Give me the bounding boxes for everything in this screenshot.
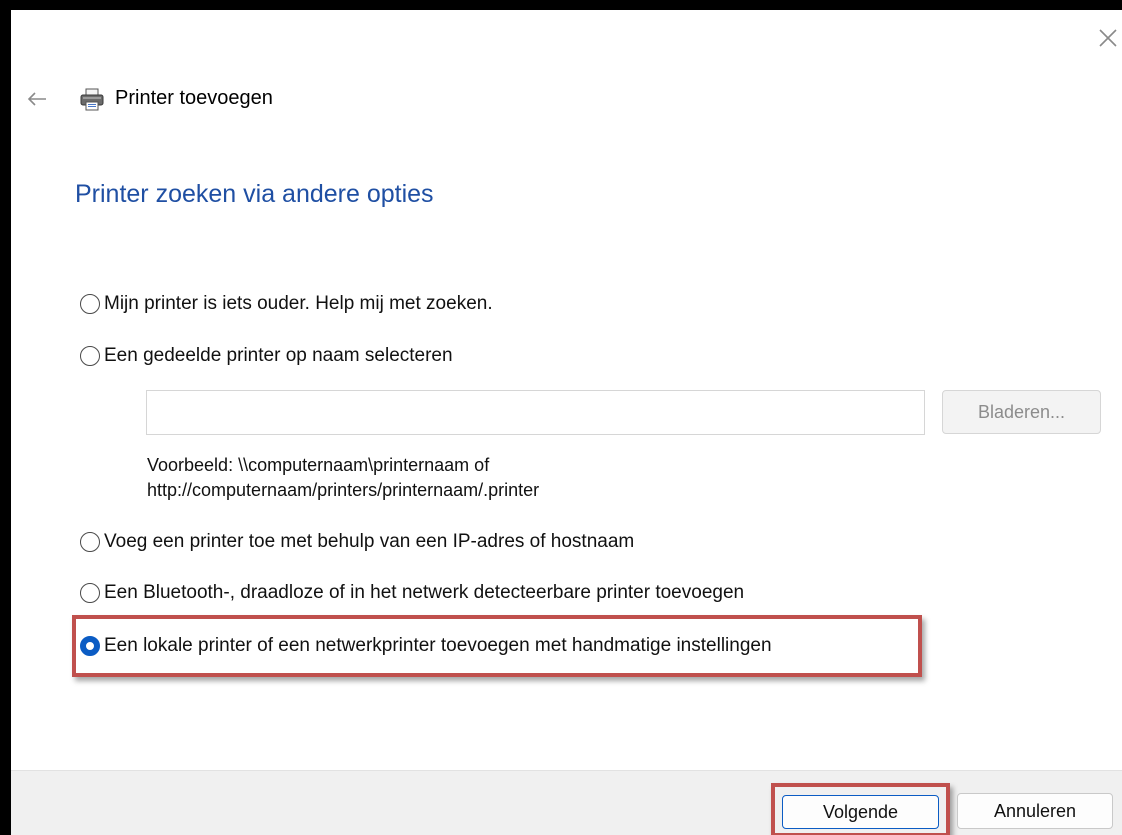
example-line-1: Voorbeeld: \\computernaam\printernaam of [147,455,490,475]
option-local-manual[interactable]: Een lokale printer of een netwerkprinter… [80,635,772,657]
cancel-button[interactable]: Annuleren [957,793,1113,829]
option-label: Een Bluetooth-, draadloze of in het netw… [104,582,745,603]
example-line-2: http://computernaam/printers/printernaam… [147,480,540,500]
close-icon[interactable] [1096,26,1120,50]
radio-button[interactable] [80,346,100,366]
option-shared-printer[interactable]: Een gedeelde printer op naam selecteren [80,345,453,367]
option-label: Een gedeelde printer op naam selecteren [104,345,453,366]
page-heading: Printer zoeken via andere opties [75,180,434,208]
option-label: Mijn printer is iets ouder. Help mij met… [104,293,493,314]
option-label: Een lokale printer of een netwerkprinter… [104,635,772,656]
option-ip-hostname[interactable]: Voeg een printer toe met behulp van een … [80,531,634,553]
option-label: Voeg een printer toe met behulp van een … [104,531,635,552]
add-printer-dialog: Printer toevoegen Printer zoeken via and… [11,10,1122,835]
radio-button-selected[interactable] [80,636,100,656]
dialog-footer [11,770,1122,835]
radio-button[interactable] [80,583,100,603]
radio-button[interactable] [80,532,100,552]
back-arrow-icon[interactable] [26,88,48,110]
example-text: Voorbeeld: \\computernaam\printernaam of… [147,453,539,503]
browse-button[interactable]: Bladeren... [942,390,1101,434]
printer-icon [80,88,104,111]
option-bluetooth-wireless[interactable]: Een Bluetooth-, draadloze of in het netw… [80,582,744,604]
shared-printer-name-input[interactable] [146,390,925,435]
radio-button[interactable] [80,294,100,314]
screenshot-frame: Printer toevoegen Printer zoeken via and… [0,0,1122,835]
option-older-printer[interactable]: Mijn printer is iets ouder. Help mij met… [80,293,493,315]
next-button[interactable]: Volgende [782,795,939,829]
dialog-title: Printer toevoegen [115,87,273,109]
